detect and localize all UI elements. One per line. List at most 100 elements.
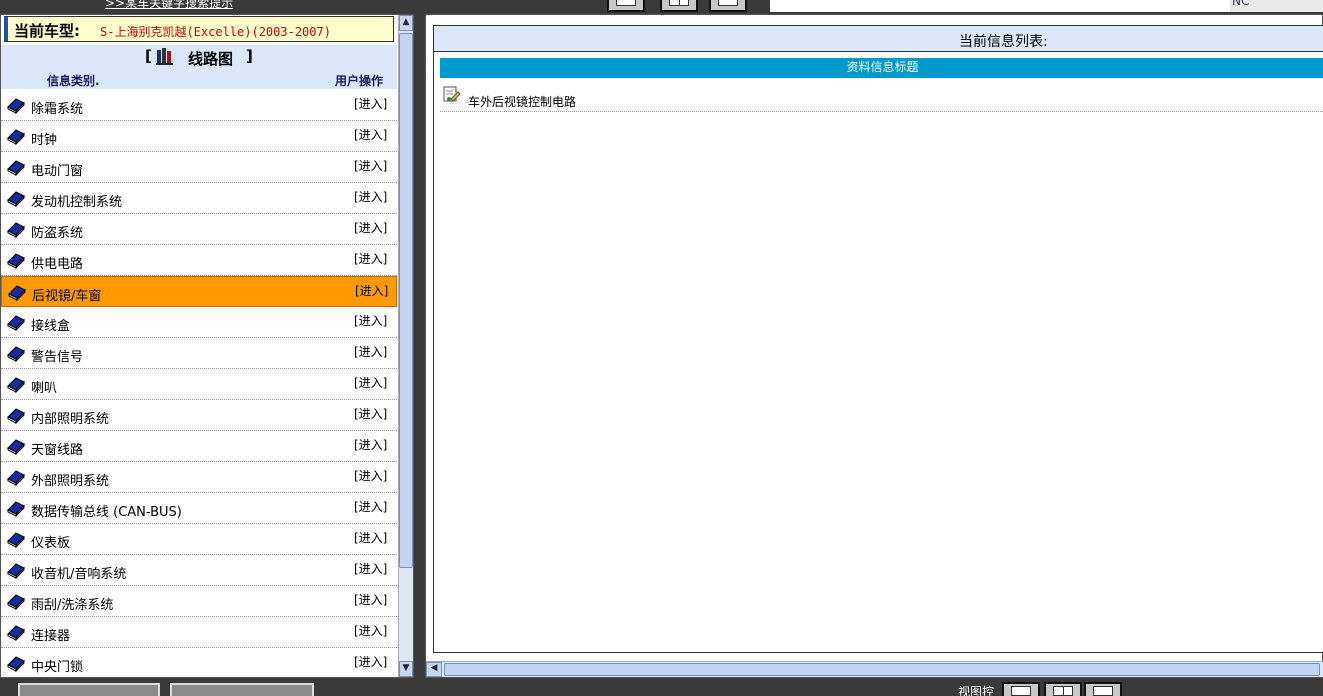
enter-link[interactable]: [进入] xyxy=(354,622,387,639)
category-row[interactable]: 连接器 [进入] xyxy=(1,617,397,648)
book-icon xyxy=(7,563,25,579)
bottom-view-single-button[interactable] xyxy=(1002,682,1040,696)
enter-link[interactable]: [进入] xyxy=(354,529,387,546)
category-row[interactable]: 内部照明系统 [进入] xyxy=(1,400,397,431)
enter-link[interactable]: [进入] xyxy=(354,95,387,112)
enter-link[interactable]: [进入] xyxy=(354,312,387,329)
single-pane-icon xyxy=(616,0,636,6)
col-category: 信息类别. xyxy=(47,74,100,88)
bottom-view-full-button[interactable] xyxy=(1084,682,1122,696)
category-row[interactable]: 电动门窗 [进入] xyxy=(1,152,397,183)
folder-book-icon xyxy=(156,48,173,65)
book-icon xyxy=(7,501,25,517)
scroll-thumb-horizontal[interactable] xyxy=(444,663,1320,676)
car-value: S-上海别克凯越(Excelle)(2003-2007) xyxy=(100,25,331,39)
book-icon xyxy=(7,656,25,672)
category-name: 警告信号 xyxy=(31,350,84,365)
car-label: 当前车型: xyxy=(14,22,80,40)
enter-link[interactable]: [进入] xyxy=(354,560,387,577)
enter-link[interactable]: [进入] xyxy=(354,467,387,484)
category-name: 后视镜/车窗 xyxy=(32,289,102,304)
category-name: 电动门窗 xyxy=(31,164,84,179)
category-name: 供电电路 xyxy=(31,257,84,272)
horizontal-scrollbar[interactable]: ◀ xyxy=(426,661,1323,677)
enter-link[interactable]: [进入] xyxy=(354,374,387,391)
chevron-up-icon[interactable]: ▲ xyxy=(399,15,413,31)
category-name: 中央门锁 xyxy=(31,660,84,675)
enter-link[interactable]: [进入] xyxy=(354,591,387,608)
category-row[interactable]: 中央门锁 [进入] xyxy=(1,648,397,677)
view-split-button[interactable] xyxy=(660,0,698,12)
category-row[interactable]: 时钟 [进入] xyxy=(1,121,397,152)
section-title-text: 线路图 xyxy=(188,50,234,68)
bottom-nav-button-1[interactable] xyxy=(18,683,160,696)
book-icon xyxy=(7,439,25,455)
category-row[interactable]: 供电电路 [进入] xyxy=(1,245,397,276)
bottom-toolbar: 视图控 xyxy=(0,680,1323,696)
bottom-nav-button-2[interactable] xyxy=(170,683,314,696)
book-icon xyxy=(7,315,25,331)
view-single-button[interactable] xyxy=(607,0,645,12)
category-row[interactable]: 除霜系统 [进入] xyxy=(1,90,397,121)
vertical-scrollbar[interactable]: ▲ ▼ xyxy=(398,15,413,677)
single-pane-icon xyxy=(1011,686,1031,696)
enter-link[interactable]: [进入] xyxy=(354,498,387,515)
category-name: 外部照明系统 xyxy=(31,474,110,489)
enter-link[interactable]: [进入] xyxy=(355,282,388,299)
enter-link[interactable]: [进入] xyxy=(354,219,387,236)
category-row[interactable]: 收音机/音响系统 [进入] xyxy=(1,555,397,586)
top-logo: NC xyxy=(1230,0,1323,12)
category-name: 连接器 xyxy=(31,629,71,644)
category-row[interactable]: 防盗系统 [进入] xyxy=(1,214,397,245)
book-icon xyxy=(7,129,25,145)
category-row[interactable]: 天窗线路 [进入] xyxy=(1,431,397,462)
enter-link[interactable]: [进入] xyxy=(354,157,387,174)
enter-link[interactable]: [进入] xyxy=(354,126,387,143)
category-name: 接线盒 xyxy=(31,319,71,334)
category-row[interactable]: 数据传输总线 (CAN-BUS) [进入] xyxy=(1,493,397,524)
category-row[interactable]: 雨刮/洗涤系统 [进入] xyxy=(1,586,397,617)
split-pane-icon xyxy=(669,0,689,6)
enter-link[interactable]: [进入] xyxy=(354,653,387,670)
category-name: 雨刮/洗涤系统 xyxy=(31,598,114,613)
category-row[interactable]: 后视镜/车窗 [进入] xyxy=(1,276,397,307)
top-search-link[interactable]: >>某车关键字搜索提示 xyxy=(105,0,233,11)
list-title: 当前信息列表: xyxy=(959,34,1048,50)
category-row[interactable]: 仪表板 [进入] xyxy=(1,524,397,555)
view-control-label: 视图控 xyxy=(958,685,995,696)
book-icon xyxy=(7,532,25,548)
category-name: 收音机/音响系统 xyxy=(31,567,127,582)
book-icon xyxy=(7,470,25,486)
list-title-bar: 当前信息列表: xyxy=(434,26,1323,52)
enter-link[interactable]: [进入] xyxy=(354,343,387,360)
enter-link[interactable]: [进入] xyxy=(354,405,387,422)
category-row[interactable]: 发动机控制系统 [进入] xyxy=(1,183,397,214)
document-row[interactable]: 车外后视镜控制电路 xyxy=(440,84,1323,112)
enter-link[interactable]: [进入] xyxy=(354,436,387,453)
chevron-down-icon[interactable]: ▼ xyxy=(399,661,413,677)
book-icon xyxy=(7,408,25,424)
category-name: 喇叭 xyxy=(31,381,58,396)
category-row[interactable]: 接线盒 [进入] xyxy=(1,307,397,338)
category-row[interactable]: 警告信号 [进入] xyxy=(1,338,397,369)
book-icon xyxy=(7,160,25,176)
enter-link[interactable]: [进入] xyxy=(354,250,387,267)
category-row[interactable]: 喇叭 [进入] xyxy=(1,369,397,400)
split-pane-icon xyxy=(1053,686,1073,696)
book-icon xyxy=(7,222,25,238)
info-list-box: 当前信息列表: 资料信息标题 车外后视镜控制电路 xyxy=(433,25,1323,653)
view-full-button[interactable] xyxy=(709,0,747,12)
chevron-left-icon[interactable]: ◀ xyxy=(426,662,442,677)
category-row[interactable]: 外部照明系统 [进入] xyxy=(1,462,397,493)
book-icon xyxy=(7,594,25,610)
bottom-view-split-button[interactable] xyxy=(1044,682,1082,696)
book-icon xyxy=(7,191,25,207)
document-edit-icon xyxy=(443,86,461,102)
enter-link[interactable]: [进入] xyxy=(354,188,387,205)
document-link[interactable]: 车外后视镜控制电路 xyxy=(468,93,576,110)
full-pane-icon xyxy=(718,0,738,6)
book-icon xyxy=(7,377,25,393)
book-icon xyxy=(7,625,25,641)
scroll-thumb[interactable] xyxy=(399,33,413,568)
category-name: 时钟 xyxy=(31,133,58,148)
